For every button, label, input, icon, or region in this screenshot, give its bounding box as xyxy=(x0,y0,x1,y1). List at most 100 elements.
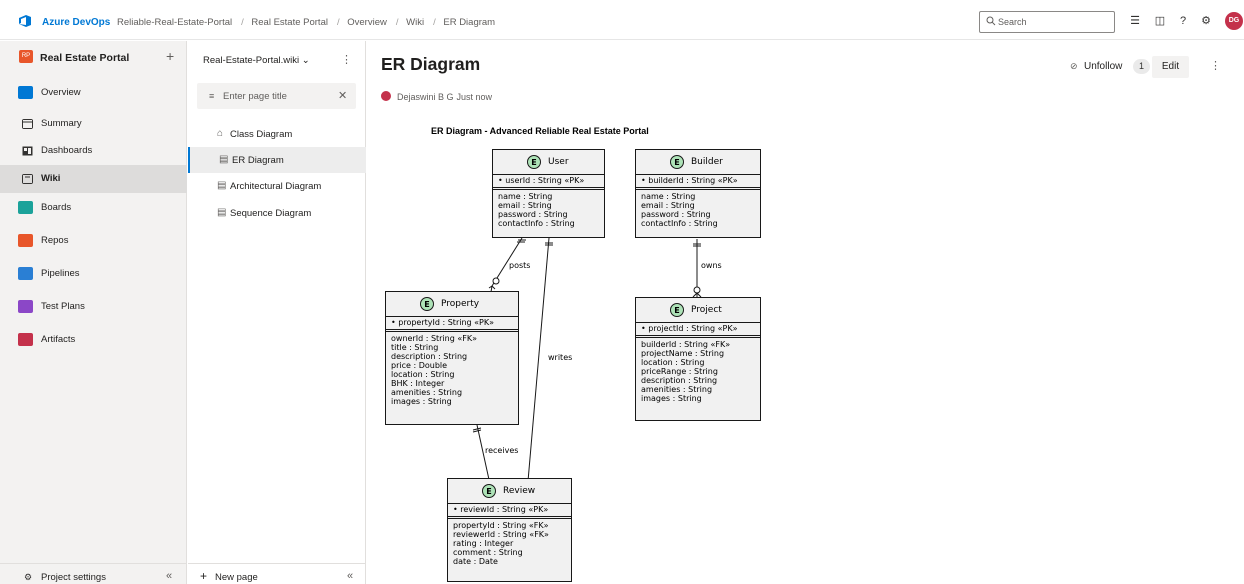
breadcrumb-wiki[interactable]: Wiki xyxy=(406,17,424,28)
attribute: email : String xyxy=(641,201,695,210)
unfollow-button[interactable]: ⊘ Unfollow 1 xyxy=(1070,59,1158,77)
marketplace-bag-icon[interactable]: ◫ xyxy=(1153,14,1167,28)
attribute: builderId : String «FK» xyxy=(641,340,731,349)
azure-devops-logo-icon[interactable] xyxy=(18,15,32,27)
nav-item-repos[interactable]: Repos xyxy=(0,227,187,255)
nav-item-boards[interactable]: Boards xyxy=(0,194,187,222)
breadcrumb-project[interactable]: Real Estate Portal xyxy=(251,17,328,28)
nav-label: Test Plans xyxy=(41,301,85,312)
nav-item-pipelines[interactable]: Pipelines xyxy=(0,260,187,288)
help-icon[interactable]: ? xyxy=(1176,14,1190,28)
owns-label: owns xyxy=(701,261,722,270)
tree-item-architectural-diagram[interactable]: ▤ Architectural Diagram xyxy=(188,173,366,199)
entity-header: E Property xyxy=(386,292,518,317)
wiki-selector[interactable]: Real-Estate-Portal.wiki ⌄ xyxy=(203,55,310,66)
author-name[interactable]: Dejaswini B G xyxy=(397,92,454,102)
attribute: date : Date xyxy=(453,557,498,566)
breadcrumb-page[interactable]: ER Diagram xyxy=(443,17,495,28)
author-info: Dejaswini B G Just now xyxy=(397,92,492,102)
user-settings-icon[interactable]: ⚙ xyxy=(1199,14,1213,28)
add-icon[interactable]: + xyxy=(166,48,174,64)
writes-label: writes xyxy=(548,353,573,362)
entity-name: Builder xyxy=(691,157,723,167)
entity-icon: E xyxy=(670,155,684,169)
wiki-content: ER Diagram Dejaswini B G Just now ⊘ Unfol… xyxy=(367,41,1244,584)
attribute: name : String xyxy=(498,192,553,201)
nav-label: Artifacts xyxy=(41,334,76,345)
unfollow-icon: ⊘ xyxy=(1070,61,1078,71)
er-diagram: ER Diagram - Advanced Reliable Real Esta… xyxy=(367,121,1244,584)
breadcrumb-overview[interactable]: Overview xyxy=(347,17,387,28)
page-icon: ▤ xyxy=(219,154,229,165)
user-avatar[interactable]: DG xyxy=(1225,12,1243,30)
chevron-down-icon: ⌄ xyxy=(301,55,310,66)
nav-item-test-plans[interactable]: Test Plans xyxy=(0,293,187,321)
primary-key: • propertyId : String «PK» xyxy=(386,317,518,330)
nav-item-summary[interactable]: Summary xyxy=(0,110,187,138)
tree-item-er-diagram[interactable]: ▤ ER Diagram xyxy=(188,147,366,173)
nav-label: Pipelines xyxy=(41,268,80,279)
entity-name: Project xyxy=(691,305,722,315)
entity-icon: E xyxy=(527,155,541,169)
attribute: projectName : String xyxy=(641,349,725,358)
attribute: images : String xyxy=(641,394,702,403)
nav-item-wiki[interactable]: Wiki xyxy=(0,165,187,193)
attribute-list: builderId : String «FK» projectName : St… xyxy=(636,338,760,405)
entity-icon: E xyxy=(420,297,434,311)
search-input[interactable]: Search xyxy=(979,11,1115,33)
dashboards-icon xyxy=(22,146,33,156)
attribute: rating : Integer xyxy=(453,539,514,548)
receives-label: receives xyxy=(485,446,519,455)
new-page-button[interactable]: + New page « xyxy=(188,563,366,584)
clear-filter-icon[interactable]: ✕ xyxy=(338,89,347,102)
attribute: propertyId : String «FK» xyxy=(453,521,549,530)
edit-button[interactable]: Edit xyxy=(1152,56,1189,78)
entity-user[interactable]: E User • userId : String «PK» name : Str… xyxy=(492,149,605,238)
project-settings-button[interactable]: ⚙ Project settings « xyxy=(0,563,187,584)
more-options-icon[interactable]: ⋮ xyxy=(341,53,352,66)
tree-item-sequence-diagram[interactable]: ▤ Sequence Diagram xyxy=(188,200,366,226)
entity-name: User xyxy=(548,157,569,167)
nav-item-dashboards[interactable]: Dashboards xyxy=(0,137,187,165)
attribute: amenities : String xyxy=(641,385,713,394)
page-title: ER Diagram xyxy=(381,54,481,74)
tree-item-label: Class Diagram xyxy=(230,129,293,140)
tree-item-class-diagram[interactable]: ⌂ Class Diagram xyxy=(188,121,366,147)
tree-item-label: Sequence Diagram xyxy=(230,208,312,219)
project-name[interactable]: Real Estate Portal xyxy=(40,52,129,64)
project-header[interactable]: RP Real Estate Portal + xyxy=(0,41,187,75)
entity-review[interactable]: E Review • reviewId : String «PK» proper… xyxy=(447,478,572,582)
collapse-nav-icon[interactable]: « xyxy=(166,570,172,582)
top-header: Azure DevOps Reliable-Real-Estate-Portal… xyxy=(0,0,1244,40)
unfollow-label: Unfollow xyxy=(1084,61,1123,72)
entity-project[interactable]: E Project • projectId : String «PK» buil… xyxy=(635,297,761,421)
brand-link[interactable]: Azure DevOps xyxy=(42,17,110,28)
task-list-icon[interactable]: ☰ xyxy=(1128,14,1142,28)
more-actions-icon[interactable]: ⋮ xyxy=(1210,59,1221,72)
artifacts-icon xyxy=(18,333,33,346)
breadcrumb-org[interactable]: Reliable-Real-Estate-Portal xyxy=(117,17,232,28)
nav-item-artifacts[interactable]: Artifacts xyxy=(0,326,187,354)
follower-count: 1 xyxy=(1133,59,1150,74)
repos-icon xyxy=(18,234,33,247)
attribute: location : String xyxy=(641,358,705,367)
attribute: ownerId : String «FK» xyxy=(391,334,477,343)
collapse-tree-icon[interactable]: « xyxy=(347,570,353,582)
page-filter-input[interactable]: ≡ Enter page title ✕ xyxy=(197,83,356,109)
nav-item-overview[interactable]: Overview xyxy=(0,79,187,107)
nav-label: Dashboards xyxy=(41,145,93,156)
attribute: email : String xyxy=(498,201,552,210)
entity-header: E Review xyxy=(448,479,571,504)
nav-label: Overview xyxy=(41,87,81,98)
test-plans-icon xyxy=(18,300,33,313)
attribute-list: name : String email : String password : … xyxy=(636,190,760,230)
attribute: comment : String xyxy=(453,548,523,557)
posts-label: posts xyxy=(509,261,531,270)
filter-placeholder: Enter page title xyxy=(223,91,287,102)
primary-key: • userId : String «PK» xyxy=(493,175,604,188)
new-page-label: New page xyxy=(215,572,258,583)
attribute: contactInfo : String xyxy=(498,219,575,228)
attribute: price : Double xyxy=(391,361,448,370)
entity-property[interactable]: E Property • propertyId : String «PK» ow… xyxy=(385,291,519,425)
entity-builder[interactable]: E Builder • builderId : String «PK» name… xyxy=(635,149,761,238)
